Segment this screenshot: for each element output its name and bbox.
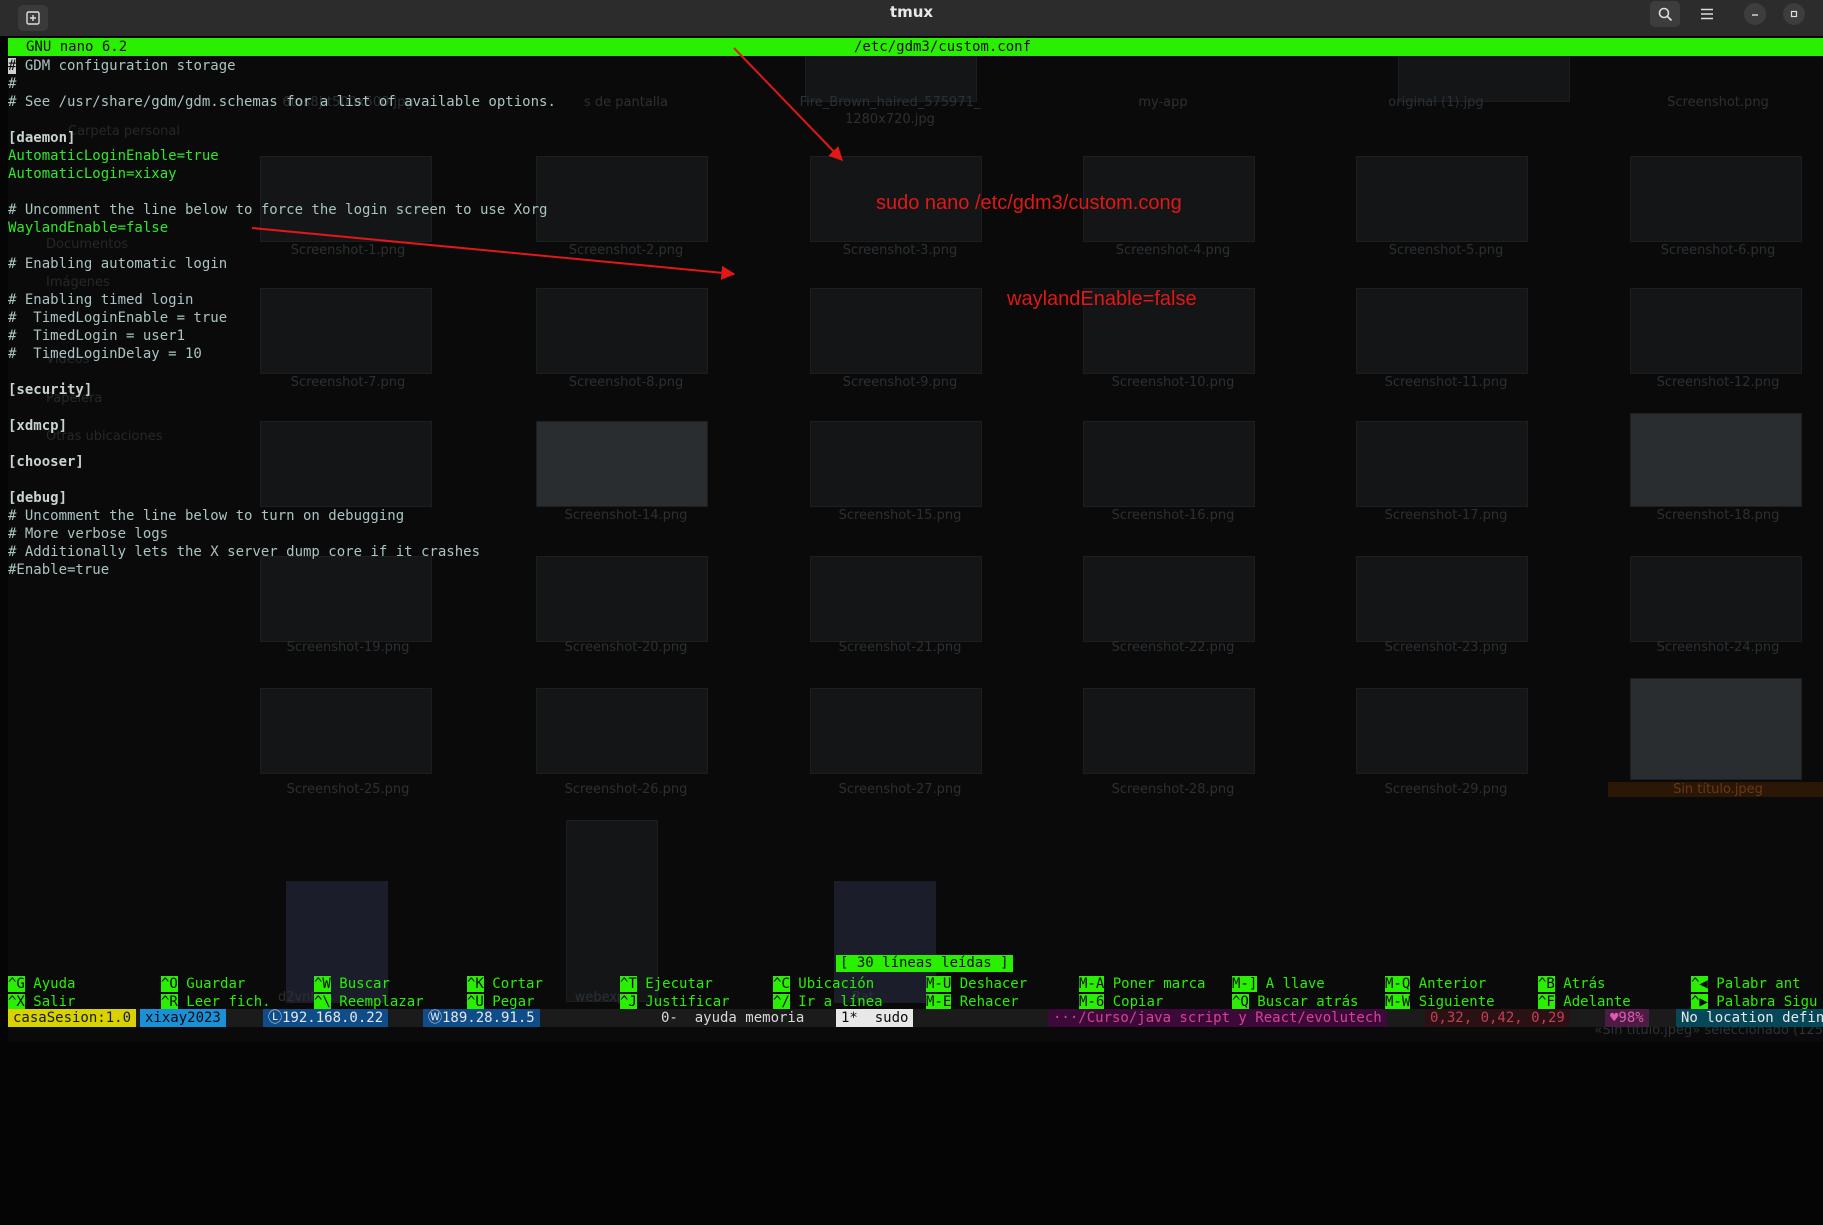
annotation-overlay bbox=[251, 47, 843, 280]
annotation-command-text: sudo nano /etc/gdm3/custom.cong bbox=[876, 192, 1182, 214]
annotation-setting-text: waylandEnable=false bbox=[1007, 288, 1197, 310]
annotation-arrow bbox=[733, 47, 843, 162]
annotation-arrow bbox=[251, 227, 736, 280]
